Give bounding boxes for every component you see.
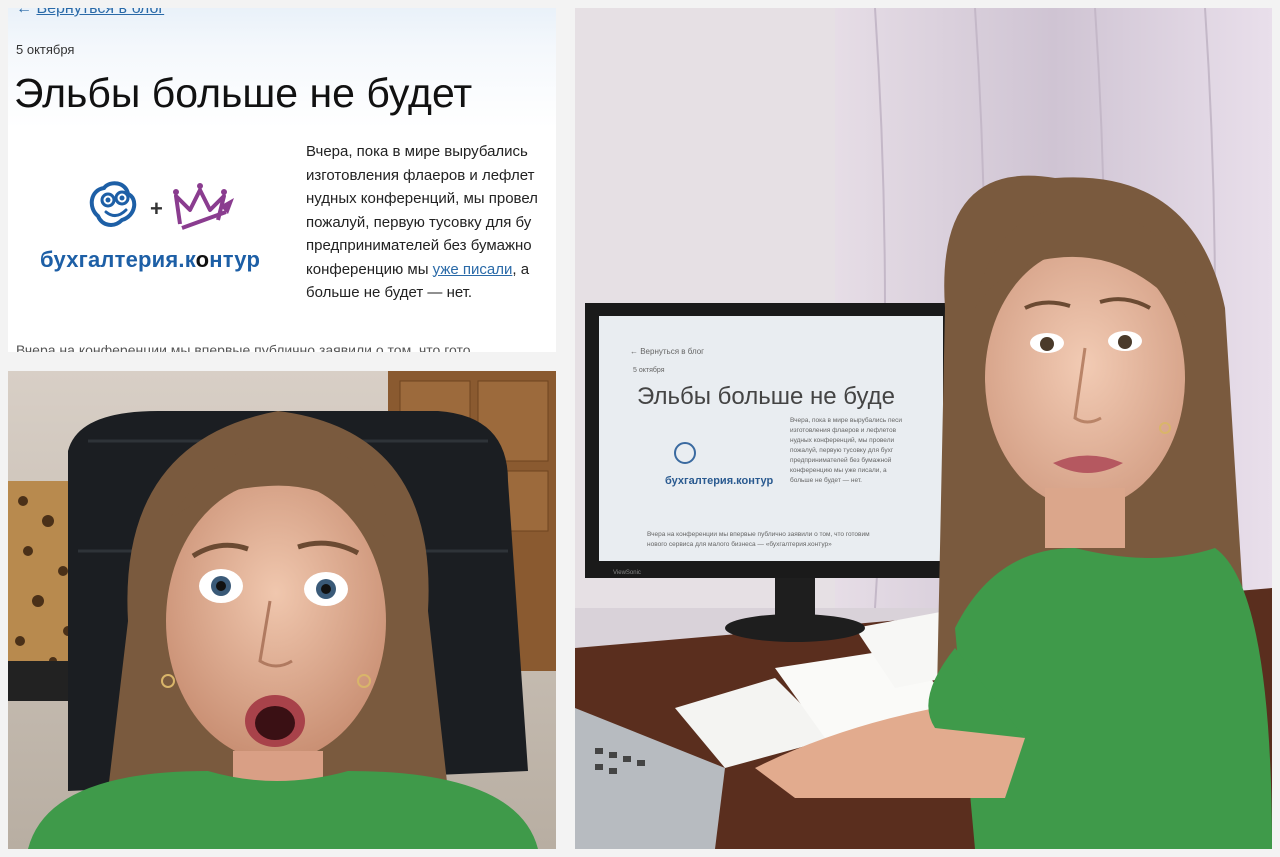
logo-plus: +: [150, 196, 163, 221]
back-to-blog-link[interactable]: ← Вернуться в блог: [16, 8, 164, 18]
surprised-photo-illustration: [8, 371, 556, 849]
body-line: Вчера, пока в мире вырубались: [306, 143, 528, 160]
body-line: предпринимателей без бумажно: [306, 237, 532, 254]
post-title: Эльбы больше не будет: [14, 70, 473, 116]
body-line: больше не будет — нет.: [306, 284, 473, 301]
svg-text:нудных конференций, мы провели: нудных конференций, мы провели: [790, 436, 895, 444]
monitor-brand: ViewSonic: [613, 570, 641, 576]
monitor-date: 5 октября: [633, 366, 665, 374]
post-date: 5 октября: [16, 42, 75, 57]
monitor-title: Эльбы больше не буде: [637, 383, 895, 410]
already-wrote-link[interactable]: уже писали: [433, 261, 513, 278]
svg-text:предпринимателей без бумажной: предпринимателей без бумажной: [790, 456, 892, 464]
svg-text:нового сервиса для малого бизн: нового сервиса для малого бизнеса — «бух…: [647, 540, 832, 548]
svg-text:Вчера на конференции мы впервы: Вчера на конференции мы впервые публично…: [647, 530, 870, 538]
monitor-back-link: ← Вернуться в блог: [630, 347, 704, 356]
svg-text:изготовления флаеров и лефлето: изготовления флаеров и лефлетов: [790, 427, 897, 434]
svg-text:больше не будет — нет.: больше не будет — нет.: [790, 476, 862, 484]
post-footer-line: Вчера на конференции мы впервые публично…: [16, 342, 471, 352]
body-line: изготовления флаеров и лефлет: [306, 166, 535, 184]
post-body: Вчера, пока в мире вырубались изготовлен…: [306, 140, 556, 305]
cloud-icon: о: [195, 247, 210, 272]
back-link-label: Вернуться в блог: [36, 8, 165, 17]
svg-text:Вчера, пока в мире вырубались: Вчера, пока в мире вырубались песи: [790, 416, 902, 424]
svg-text:пожалуй, первую тусовку для бу: пожалуй, первую тусовку для бухг: [790, 446, 894, 454]
sad-woman-at-monitor-photo: ← Вернуться в блог 5 октября Эльбы больш…: [575, 8, 1272, 849]
body-line: конференцию мы уже писали, а: [306, 260, 530, 278]
monitor-body-text: Вчера, пока в мире вырубались песи изгот…: [790, 416, 902, 484]
surprised-woman-photo: [8, 371, 556, 849]
logo-smiley-crown-icon: +: [89, 181, 234, 230]
logo-wordmark: бухгалтерия.контур: [40, 247, 261, 272]
body-line: пожалуй, первую тусовку для бу: [306, 213, 532, 231]
svg-text:бухгалтерия.контур: бухгалтерия.контур: [665, 475, 774, 487]
sad-photo-illustration: ← Вернуться в блог 5 октября Эльбы больш…: [575, 8, 1272, 849]
blog-post-screenshot: ← Вернуться в блог 5 октября Эльбы больш…: [8, 8, 556, 352]
svg-text:конференцию мы уже писали, а: конференцию мы уже писали, а: [790, 467, 887, 474]
back-arrow-icon: ←: [16, 8, 32, 17]
body-line: нудных конференций, мы провел: [306, 190, 538, 207]
logo-block: + бухгалтерия.контур: [38, 176, 288, 286]
